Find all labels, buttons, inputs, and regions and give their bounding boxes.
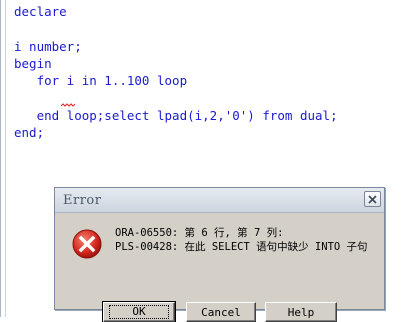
- code-text: declare i number; begin for i in 1..100 …: [14, 3, 338, 141]
- code-line: declare: [14, 4, 67, 19]
- code-line: end;: [14, 125, 45, 141]
- error-message: ORA-06550: 第 6 行, 第 7 列: PLS-00428: 在此 SE…: [115, 226, 368, 254]
- code-line-error: select lpad(i,2,'0') from dual;: [14, 89, 338, 123]
- dialog-titlebar[interactable]: Error: [55, 188, 384, 213]
- code-line: begin: [14, 55, 52, 71]
- dialog-body: ORA-06550: 第 6 行, 第 7 列: PLS-00428: 在此 SE…: [55, 213, 384, 322]
- close-icon: [368, 194, 377, 204]
- help-button[interactable]: Help: [265, 302, 337, 322]
- dialog-title: Error: [63, 193, 102, 208]
- error-message-line-2: PLS-00428: 在此 SELECT 语句中缺少 INTO 子句: [115, 241, 368, 253]
- code-line: for i in 1..100 loop: [14, 73, 188, 89]
- error-dialog: Error ORA-06550: 第 6 行, 第 7 列: PLS-00428:…: [54, 187, 385, 322]
- ok-button[interactable]: OK: [102, 301, 176, 322]
- code-line: end loop;: [14, 107, 105, 123]
- error-icon: [72, 229, 102, 259]
- error-message-line-1: ORA-06550: 第 6 行, 第 7 列:: [115, 227, 284, 239]
- cancel-button[interactable]: Cancel: [186, 302, 256, 322]
- code-line: i number;: [14, 38, 82, 54]
- editor-gutter: [5, 0, 6, 317]
- close-button[interactable]: [364, 191, 381, 207]
